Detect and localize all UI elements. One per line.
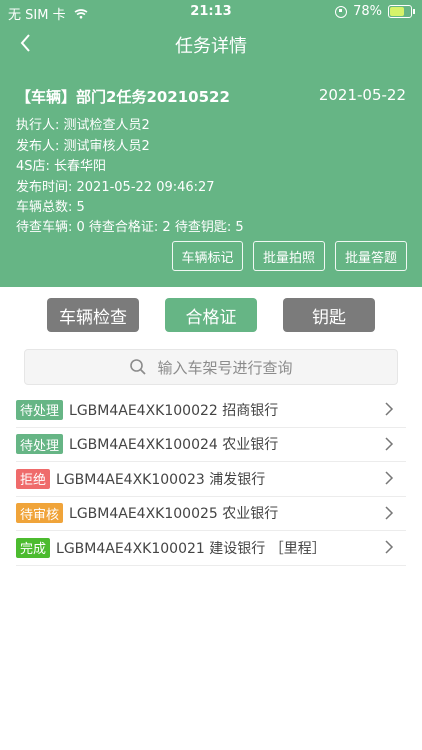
vehicle-mark-button[interactable]: 车辆标记 [172,241,243,271]
list-item[interactable]: 完成 LGBM4AE4XK100021 建设银行 ［里程］ [16,531,406,566]
list-item[interactable]: 待审核 LGBM4AE4XK100025 农业银行 [16,497,406,531]
status-badge: 待审核 [16,503,64,524]
page-title: 任务详情 [175,36,247,57]
list-item[interactable]: 待处理 LGBM4AE4XK100024 农业银行 [16,428,406,462]
chevron-right-icon [385,436,394,451]
nav-bar: 任务详情 [0,24,422,64]
list-item[interactable]: 拒绝 LGBM4AE4XK100023 浦发银行 [16,462,406,497]
store-line: 4S店: 长春华阳 [16,159,107,174]
search-placeholder: 输入车架号进行查询 [157,358,293,377]
status-badge: 待处理 [16,434,64,455]
status-right: 78% [335,4,415,19]
tab-vehicle-check[interactable]: 车辆检查 [47,298,139,332]
battery-icon [388,5,415,18]
search-icon [130,359,147,375]
executor-line: 执行人: 测试检查人员2 [16,118,150,133]
chevron-right-icon [385,540,394,554]
task-date: 2021-05-22 [318,86,406,104]
vehicle-list: 待处理 LGBM4AE4XK100022 招商银行 待处理 LGBM4AE4XK… [16,393,406,566]
search-input[interactable]: 输入车架号进行查询 [24,349,398,385]
list-item-text: LGBM4AE4XK100021 建设银行 ［里程］ [56,540,326,557]
list-item-text: LGBM4AE4XK100024 农业银行 [69,437,279,454]
task-header: 无 SIM 卡 21:13 78% 任务详情 【车辆】部门2任务20210522… [0,0,422,287]
list-item[interactable]: 待处理 LGBM4AE4XK100022 招商银行 [16,393,406,428]
tab-bar: 车辆检查 合格证 钥匙 [0,298,422,332]
chevron-right-icon [385,402,394,416]
tab-key[interactable]: 钥匙 [283,298,375,332]
batch-photo-button[interactable]: 批量拍照 [253,241,325,271]
publisher-line: 发布人: 测试审核人员2 [16,139,150,154]
list-item-text: LGBM4AE4XK100025 农业银行 [69,506,279,523]
status-badge: 完成 [16,537,51,558]
chevron-right-icon [385,471,394,485]
vehicle-total-line: 车辆总数: 5 [16,200,85,215]
rotation-lock-icon [335,5,348,18]
battery-percent: 78% [353,4,382,19]
status-bar: 无 SIM 卡 21:13 78% [0,0,422,24]
pending-line: 待查车辆: 0 待查合格证: 2 待查钥匙: 5 [16,220,244,235]
list-item-text: LGBM4AE4XK100023 浦发银行 [56,471,266,488]
task-title: 【车辆】部门2任务20210522 [16,88,230,106]
chevron-right-icon [385,505,394,520]
status-badge: 待处理 [16,399,64,420]
publish-time-line: 发布时间: 2021-05-22 09:46:27 [16,180,215,195]
tab-certificate[interactable]: 合格证 [165,298,257,332]
batch-answer-button[interactable]: 批量答题 [335,241,407,271]
status-badge: 拒绝 [16,468,51,489]
list-item-text: LGBM4AE4XK100022 招商银行 [69,402,279,419]
